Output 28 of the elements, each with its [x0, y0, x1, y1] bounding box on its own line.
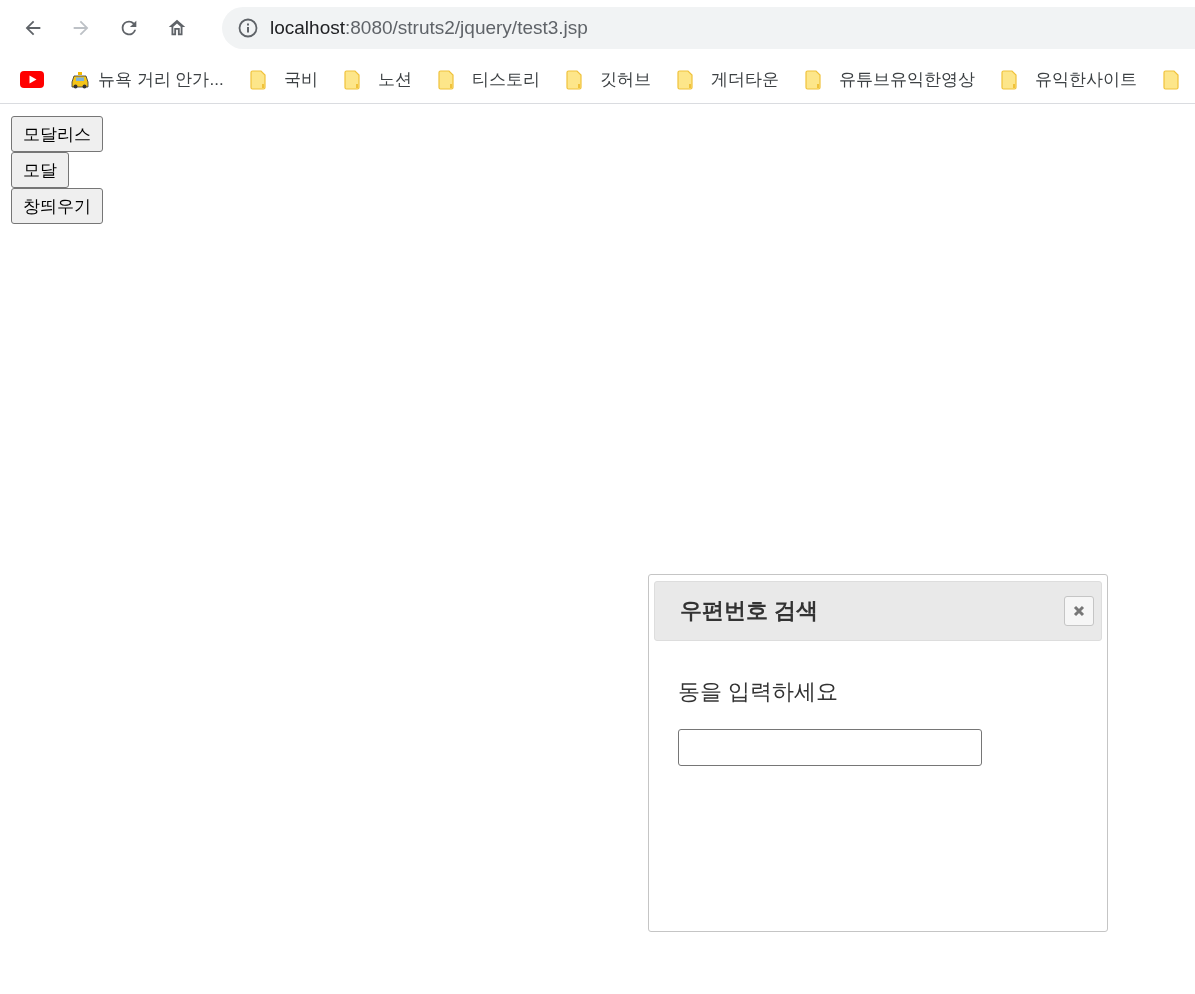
- close-icon: [1073, 605, 1085, 617]
- bookmark-item[interactable]: 게더타운: [676, 68, 779, 91]
- bookmark-item[interactable]: 티스토리: [437, 68, 540, 91]
- folder-icon: [343, 69, 360, 90]
- dialog-title: 우편번호 검색: [680, 597, 819, 625]
- bookmark-item[interactable]: 뉴욕 거리 안가...: [70, 68, 224, 91]
- bookmark-item[interactable]: 노션: [343, 68, 412, 91]
- close-button[interactable]: [1064, 596, 1094, 626]
- info-icon[interactable]: [238, 18, 258, 38]
- folder-icon: [437, 69, 454, 90]
- folder-icon: [804, 69, 821, 90]
- page-button[interactable]: 창띄우기: [11, 188, 103, 224]
- bookmark-item[interactable]: 깃허브: [565, 68, 651, 91]
- page-button[interactable]: 모달리스: [11, 116, 103, 152]
- prompt-label: 동을 입력하세요: [678, 678, 840, 706]
- folder-icon: [676, 69, 693, 90]
- folder-icon: [249, 69, 266, 90]
- taxi-icon: [70, 70, 90, 89]
- bookmark-item[interactable]: 유익한사이트: [1000, 68, 1137, 91]
- page-button[interactable]: 모달: [11, 152, 69, 188]
- bookmark-item[interactable]: 유튜브유익한영상: [804, 68, 975, 91]
- folder-icon: [565, 69, 582, 90]
- bookmark-item[interactable]: [20, 71, 44, 88]
- bookmark-item[interactable]: 국비: [249, 68, 318, 91]
- address-bar[interactable]: localhost:8080/struts2/jquery/test3.jsp: [222, 7, 1195, 49]
- input-field[interactable]: [678, 729, 982, 766]
- play-logo-icon: [20, 71, 44, 88]
- folder-icon: [1000, 69, 1017, 90]
